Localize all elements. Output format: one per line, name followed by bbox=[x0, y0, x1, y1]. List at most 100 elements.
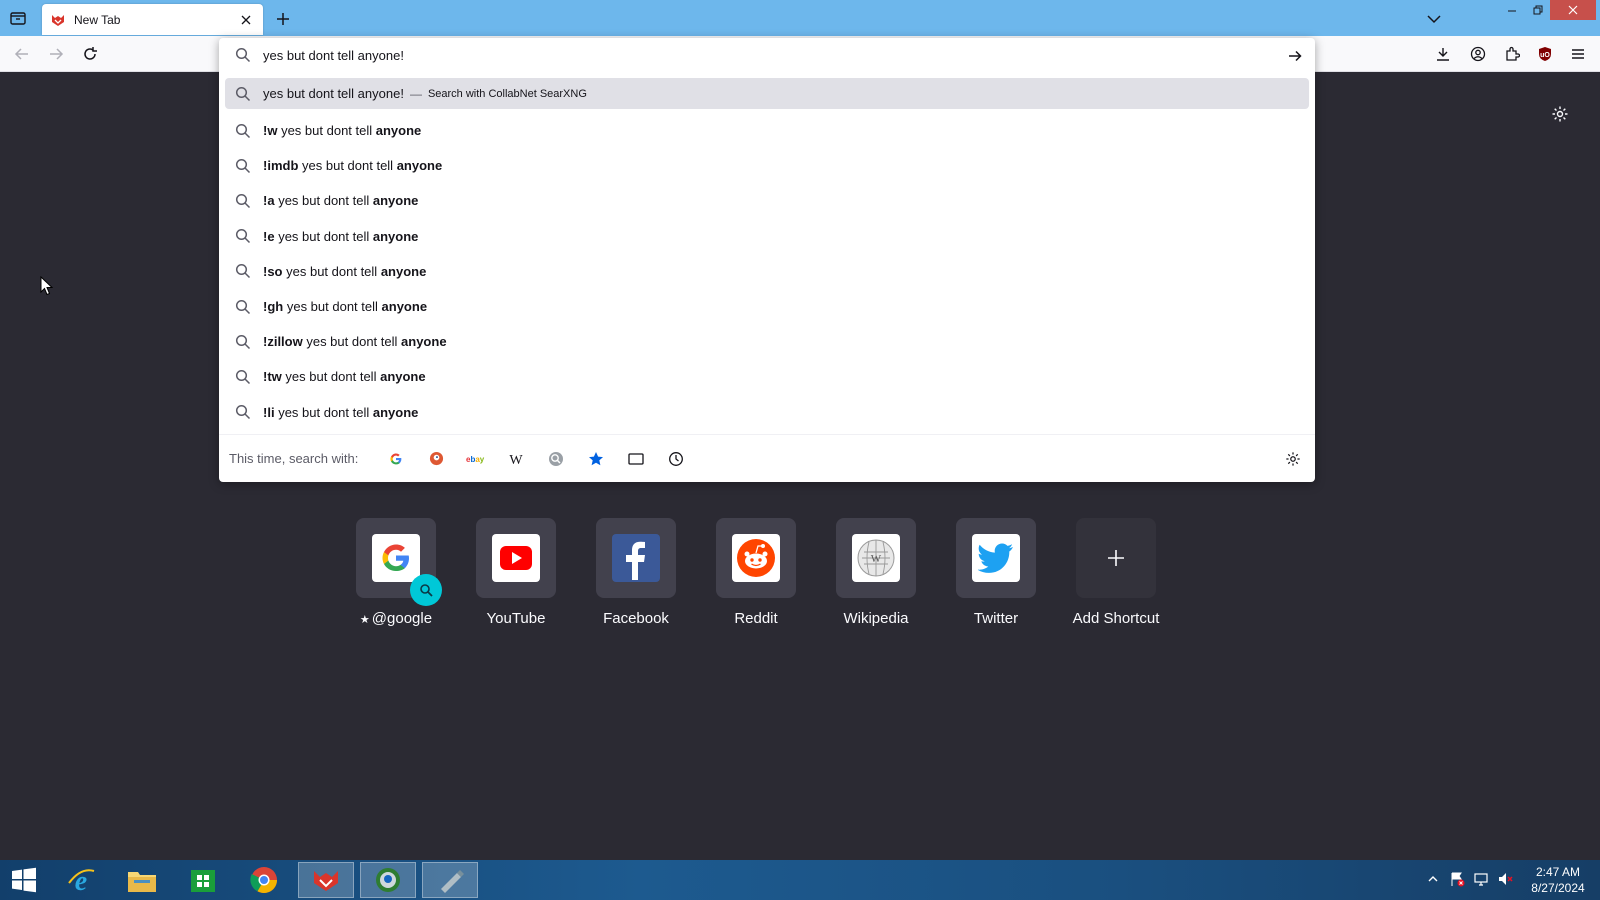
taskbar-librewolf[interactable] bbox=[298, 862, 354, 898]
restore-icon bbox=[1533, 5, 1543, 15]
forward-button[interactable] bbox=[46, 44, 66, 64]
search-suggestion[interactable]: !e yes but dont tell anyone bbox=[225, 219, 1309, 254]
list-all-tabs-button[interactable] bbox=[1424, 9, 1444, 29]
search-result-heuristic[interactable]: yes but dont tell anyone! — Search with … bbox=[225, 78, 1309, 109]
new-tab-button[interactable] bbox=[272, 8, 294, 30]
tab-strip: New Tab bbox=[0, 0, 1600, 36]
search-icon bbox=[235, 123, 251, 139]
tab-title: New Tab bbox=[74, 12, 121, 27]
windows-taskbar: e 2:47 AM 8/27/2024 bbox=[0, 860, 1600, 900]
network-icon[interactable] bbox=[1472, 870, 1490, 888]
search-suggestion[interactable]: !li yes but dont tell anyone bbox=[225, 395, 1309, 430]
minimize-button[interactable] bbox=[1498, 0, 1526, 20]
taskbar-internet-explorer[interactable]: e bbox=[53, 862, 109, 898]
firefox-view-icon bbox=[10, 12, 26, 25]
wikipedia-icon: W bbox=[852, 534, 900, 582]
shortcut-tile[interactable] bbox=[596, 518, 676, 598]
suggestion-text: yes but dont tell bbox=[286, 299, 378, 315]
urlbar-input-row bbox=[219, 38, 1315, 72]
suggestion-bang: !imdb bbox=[263, 158, 299, 174]
suggestion-bang: !a bbox=[263, 193, 275, 209]
search-suggestion[interactable]: !a yes but dont tell anyone bbox=[225, 183, 1309, 218]
firefox-view-button[interactable] bbox=[6, 6, 30, 30]
add-shortcut-button[interactable]: Add Shortcut bbox=[1056, 518, 1176, 627]
shortcut-label: Wikipedia bbox=[843, 610, 909, 627]
action-center-flag-icon[interactable] bbox=[1448, 870, 1466, 888]
wikipedia-icon[interactable]: W bbox=[496, 445, 536, 473]
svg-text:W: W bbox=[510, 453, 524, 466]
taskbar-file-explorer[interactable] bbox=[114, 862, 170, 898]
close-tab-icon[interactable] bbox=[237, 11, 255, 29]
back-button[interactable] bbox=[12, 44, 32, 64]
shortcut-twitter[interactable]: Twitter bbox=[936, 518, 1056, 627]
search-icon bbox=[235, 228, 251, 244]
tab-new-tab[interactable]: New Tab bbox=[42, 4, 263, 35]
shortcut-tile[interactable] bbox=[956, 518, 1036, 598]
gear-icon bbox=[1552, 106, 1568, 122]
show-hidden-icons-button[interactable] bbox=[1424, 870, 1442, 888]
shortcut-tile[interactable] bbox=[1076, 518, 1156, 598]
bookmarks-icon[interactable] bbox=[576, 445, 616, 473]
suggestion-bold: anyone bbox=[381, 299, 428, 315]
urlbar-input[interactable] bbox=[263, 45, 1243, 65]
start-button[interactable] bbox=[0, 862, 48, 898]
downloads-button[interactable] bbox=[1433, 44, 1453, 64]
suggestion-text: yes but dont tell bbox=[286, 263, 378, 279]
close-window-button[interactable] bbox=[1550, 0, 1596, 20]
suggestion-bang: !tw bbox=[263, 369, 282, 385]
search-suggestion[interactable]: !zillow yes but dont tell anyone bbox=[225, 324, 1309, 359]
one-off-label: This time, search with: bbox=[229, 451, 359, 466]
search-settings-button[interactable] bbox=[1283, 449, 1303, 469]
restore-button[interactable] bbox=[1524, 0, 1552, 20]
reload-button[interactable] bbox=[80, 44, 100, 64]
shortcut-facebook[interactable]: Facebook bbox=[576, 518, 696, 627]
usb-tool-icon bbox=[441, 870, 464, 893]
plus-icon bbox=[1108, 550, 1124, 566]
svg-text:uO: uO bbox=[1540, 52, 1550, 59]
shortcut-wikipedia[interactable]: W Wikipedia bbox=[816, 518, 936, 627]
search-suggestion[interactable]: !tw yes but dont tell anyone bbox=[225, 359, 1309, 394]
shortcut-google[interactable]: ★ @google bbox=[336, 518, 456, 627]
history-icon[interactable] bbox=[656, 445, 696, 473]
youtube-icon bbox=[492, 534, 540, 582]
taskbar-usb-tool[interactable] bbox=[422, 862, 478, 898]
customize-page-button[interactable] bbox=[1548, 102, 1572, 126]
shortcut-label: Add Shortcut bbox=[1072, 610, 1160, 627]
search-suggestion[interactable]: !so yes but dont tell anyone bbox=[225, 254, 1309, 289]
shortcut-reddit[interactable]: Reddit bbox=[696, 518, 816, 627]
search-suggestion[interactable]: !gh yes but dont tell anyone bbox=[225, 289, 1309, 324]
shortcut-tile[interactable] bbox=[476, 518, 556, 598]
taskbar-app[interactable] bbox=[360, 862, 416, 898]
app-menu-button[interactable] bbox=[1568, 44, 1588, 64]
account-button[interactable] bbox=[1468, 44, 1488, 64]
suggestion-bang: !zillow bbox=[263, 334, 303, 350]
tabs-icon[interactable] bbox=[616, 445, 656, 473]
taskbar-store[interactable] bbox=[175, 862, 231, 898]
taskbar-clock[interactable]: 2:47 AM 8/27/2024 bbox=[1526, 864, 1590, 896]
suggestion-text: yes but dont tell bbox=[281, 123, 373, 139]
extensions-button[interactable] bbox=[1502, 44, 1522, 64]
searxng-icon[interactable] bbox=[536, 445, 576, 473]
one-off-search-bar: This time, search with: ebay W bbox=[219, 434, 1315, 482]
taskbar-chrome[interactable] bbox=[236, 862, 292, 898]
ublock-origin-button[interactable]: uO bbox=[1535, 44, 1555, 64]
shortcut-tile[interactable] bbox=[716, 518, 796, 598]
plus-icon bbox=[277, 13, 289, 25]
reddit-icon bbox=[732, 534, 780, 582]
shortcut-tile[interactable] bbox=[356, 518, 442, 606]
google-icon[interactable] bbox=[376, 445, 416, 473]
shortcut-label: Facebook bbox=[603, 610, 669, 627]
ebay-icon[interactable]: ebay bbox=[456, 445, 496, 473]
google-icon bbox=[372, 534, 420, 582]
volume-muted-icon[interactable] bbox=[1496, 870, 1514, 888]
search-suggestion[interactable]: !imdb yes but dont tell anyone bbox=[225, 148, 1309, 183]
gear-icon bbox=[1286, 452, 1300, 466]
search-suggestion[interactable]: !w yes but dont tell anyone bbox=[225, 113, 1309, 148]
result-action: Search with CollabNet SearXNG bbox=[427, 87, 587, 100]
app-icon bbox=[376, 868, 400, 892]
duckduckgo-icon[interactable] bbox=[416, 445, 456, 473]
urlbar-results: yes but dont tell anyone! — Search with … bbox=[225, 78, 1309, 430]
go-button[interactable] bbox=[1285, 46, 1305, 66]
shortcut-youtube[interactable]: YouTube bbox=[456, 518, 576, 627]
shortcut-tile[interactable]: W bbox=[836, 518, 916, 598]
